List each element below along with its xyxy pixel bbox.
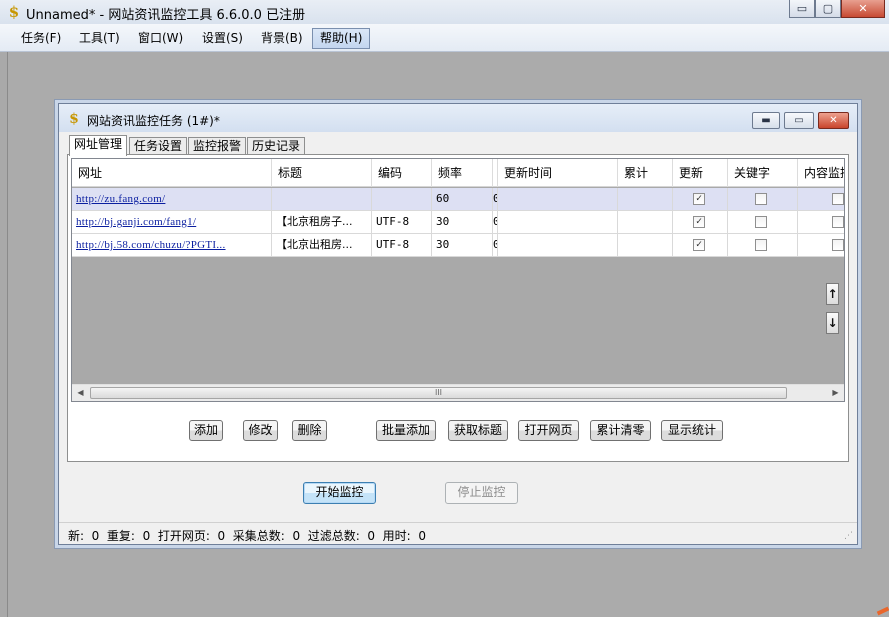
add-button[interactable]: 添加 — [189, 420, 223, 441]
content-checkbox[interactable] — [832, 239, 844, 251]
keyword-cell — [728, 234, 798, 256]
menu-help[interactable]: 帮助(H) — [312, 28, 371, 49]
update-cell: ✓ — [673, 211, 728, 233]
column-header[interactable]: 频率 — [432, 159, 493, 187]
column-header[interactable]: 累计 — [618, 159, 673, 187]
total-cell — [618, 234, 673, 256]
frequency-cell: 30 — [432, 211, 493, 233]
update-checkbox[interactable]: ✓ — [693, 193, 705, 205]
menu-bar: 任务(F) 工具(T) 窗口(W) 设置(S) 背景(B) 帮助(H) — [0, 24, 889, 52]
url-cell[interactable]: http://zu.fang.com/ — [72, 188, 272, 210]
tab-panel: 网址 标题 编码 频率 更新时间 累计 更新 关键字 内容监控 http://z… — [67, 154, 849, 462]
total-cell — [618, 211, 673, 233]
menu-settings[interactable]: 设置(S) — [195, 28, 250, 49]
keyword-cell — [728, 188, 798, 210]
child-title: 网站资讯监控任务 (1#)* — [87, 114, 220, 128]
content-cell — [798, 188, 844, 210]
update-cell: ✓ — [673, 188, 728, 210]
column-header[interactable]: 编码 — [372, 159, 432, 187]
content-checkbox[interactable] — [832, 216, 844, 228]
app-titlebar: $ Unnamed* - 网站资讯监控工具 6.6.0.0 已注册 ▭ ▢ ✕ — [0, 0, 889, 24]
move-down-button[interactable]: ↓ — [826, 312, 839, 334]
table-row[interactable]: http://bj.58.com/chuzu/?PGTI... 【北京出租房..… — [72, 234, 844, 257]
child-maximize-button[interactable]: ▭ — [784, 112, 814, 129]
total-cell — [618, 188, 673, 210]
status-bar: 新: 0 重复: 0 打开网页: 0 采集总数: 0 过滤总数: 0 用时: 0… — [59, 522, 857, 544]
update-time-cell — [498, 211, 618, 233]
frequency-cell: 60 — [432, 188, 493, 210]
frequency-cell: 30 — [432, 234, 493, 256]
update-cell: ✓ — [673, 234, 728, 256]
column-header[interactable]: 更新时间 — [498, 159, 618, 187]
url-cell[interactable]: http://bj.58.com/chuzu/?PGTI... — [72, 234, 272, 256]
keyword-cell — [728, 211, 798, 233]
decoration — [876, 606, 889, 616]
scroll-right-arrow-icon[interactable]: ▶ — [827, 385, 844, 401]
content-cell — [798, 211, 844, 233]
batch-add-button[interactable]: 批量添加 — [376, 420, 436, 441]
close-button[interactable]: ✕ — [841, 0, 885, 18]
move-up-button[interactable]: ↑ — [826, 283, 839, 305]
child-titlebar: $ 网站资讯监控任务 (1#)* ▬ ▭ ✕ — [59, 104, 857, 132]
column-header[interactable]: 关键字 — [728, 159, 798, 187]
title-cell — [272, 188, 372, 210]
update-checkbox[interactable]: ✓ — [693, 216, 705, 228]
content-cell — [798, 234, 844, 256]
delete-button[interactable]: 删除 — [292, 420, 327, 441]
tab-url-management[interactable]: 网址管理 — [69, 135, 128, 156]
show-stats-button[interactable]: 显示统计 — [661, 420, 723, 441]
encoding-cell — [372, 188, 432, 210]
menu-task[interactable]: 任务(F) — [14, 28, 68, 49]
reset-total-button[interactable]: 累计清零 — [590, 420, 651, 441]
dollar-icon: $ — [8, 3, 20, 21]
resize-grip-icon[interactable]: ⋰ — [844, 531, 854, 541]
menu-tools[interactable]: 工具(T) — [72, 28, 127, 49]
column-header[interactable]: 标题 — [272, 159, 372, 187]
tab-task-settings[interactable]: 任务设置 — [129, 137, 188, 155]
open-page-button[interactable]: 打开网页 — [518, 420, 579, 441]
maximize-button[interactable]: ▢ — [815, 0, 841, 18]
url-grid[interactable]: 网址 标题 编码 频率 更新时间 累计 更新 关键字 内容监控 http://z… — [71, 158, 845, 402]
status-text: 新: 0 重复: 0 打开网页: 0 采集总数: 0 过滤总数: 0 用时: 0 — [68, 529, 426, 543]
stop-monitor-button[interactable]: 停止监控 — [445, 482, 518, 504]
encoding-cell: UTF-8 — [372, 234, 432, 256]
minimize-button[interactable]: ▭ — [789, 0, 815, 18]
keyword-checkbox[interactable] — [755, 193, 767, 205]
tab-history[interactable]: 历史记录 — [247, 137, 306, 155]
dollar-icon: $ — [69, 111, 79, 127]
column-header[interactable]: 内容监控 — [798, 159, 844, 187]
menu-background[interactable]: 背景(B) — [254, 28, 310, 49]
title-cell: 【北京租房子... — [272, 211, 372, 233]
menu-window[interactable]: 窗口(W) — [131, 28, 190, 49]
tab-monitor-alarm[interactable]: 监控报警 — [188, 137, 247, 155]
app-title: Unnamed* - 网站资讯监控工具 6.6.0.0 已注册 — [26, 8, 306, 23]
start-monitor-button[interactable]: 开始监控 — [303, 482, 376, 504]
keyword-checkbox[interactable] — [755, 216, 767, 228]
table-row[interactable]: http://bj.ganji.com/fang1/ 【北京租房子... UTF… — [72, 211, 844, 234]
scroll-thumb[interactable]: III — [90, 387, 787, 399]
encoding-cell: UTF-8 — [372, 211, 432, 233]
child-close-button[interactable]: ✕ — [818, 112, 849, 129]
keyword-checkbox[interactable] — [755, 239, 767, 251]
monitor-task-window: $ 网站资讯监控任务 (1#)* ▬ ▭ ✕ 网址管理 任务设置 监控报警 历史… — [58, 103, 858, 545]
column-header[interactable]: 更新 — [673, 159, 728, 187]
title-cell: 【北京出租房... — [272, 234, 372, 256]
horizontal-scrollbar[interactable]: ◀ III ▶ — [72, 384, 844, 401]
child-minimize-button[interactable]: ▬ — [752, 112, 780, 129]
update-time-cell — [498, 234, 618, 256]
grid-header: 网址 标题 编码 频率 更新时间 累计 更新 关键字 内容监控 — [72, 159, 844, 187]
edit-button[interactable]: 修改 — [243, 420, 278, 441]
content-checkbox[interactable] — [832, 193, 844, 205]
update-checkbox[interactable]: ✓ — [693, 239, 705, 251]
fetch-title-button[interactable]: 获取标题 — [448, 420, 508, 441]
table-row[interactable]: http://zu.fang.com/ 60 0 ✓ — [72, 188, 844, 211]
scroll-left-arrow-icon[interactable]: ◀ — [72, 385, 89, 401]
url-cell[interactable]: http://bj.ganji.com/fang1/ — [72, 211, 272, 233]
column-header[interactable]: 网址 — [72, 159, 272, 187]
update-time-cell — [498, 188, 618, 210]
